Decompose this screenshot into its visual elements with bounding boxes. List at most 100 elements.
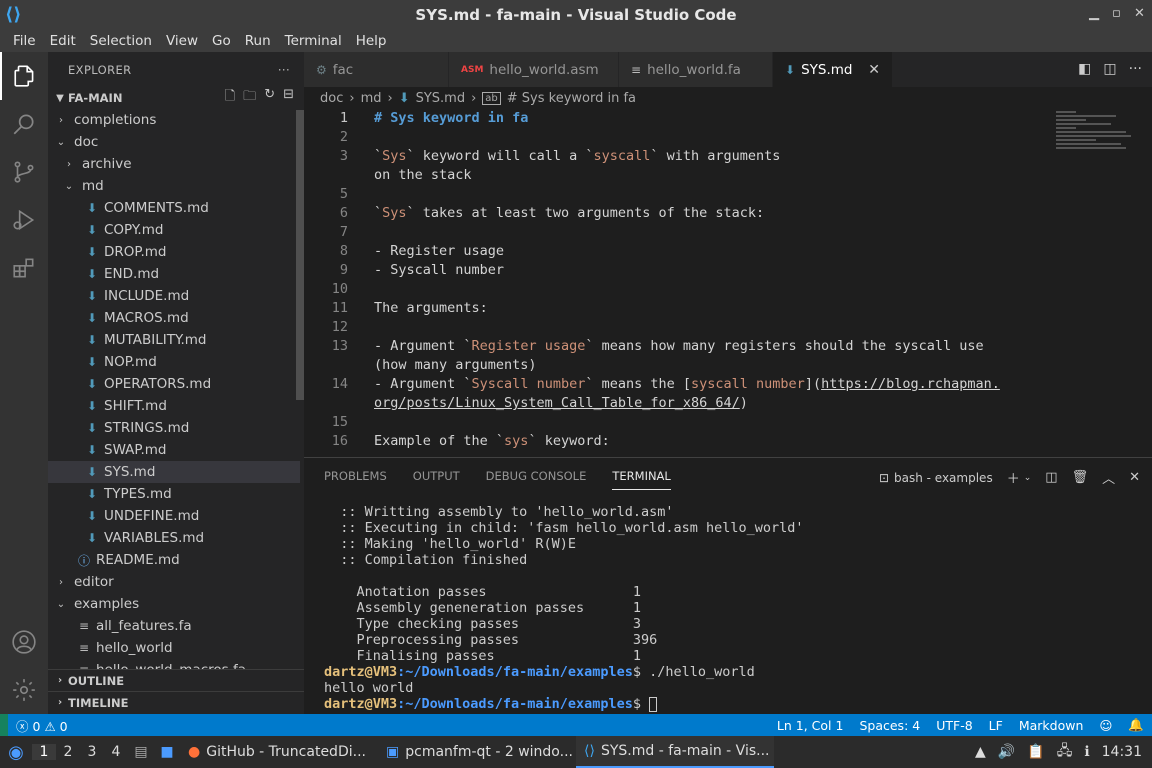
menu-terminal[interactable]: Terminal: [278, 33, 349, 49]
tree-item[interactable]: ⬇ MACROS.md: [48, 307, 300, 329]
menu-edit[interactable]: Edit: [43, 33, 83, 49]
close-panel-icon[interactable]: ✕: [1129, 470, 1140, 485]
new-file-icon[interactable]: 🗋: [225, 87, 235, 109]
open-preview-icon[interactable]: ◧: [1078, 61, 1091, 77]
workspace-2[interactable]: 2: [56, 744, 80, 760]
split-editor-icon[interactable]: ◫: [1103, 61, 1116, 77]
menu-run[interactable]: Run: [238, 33, 278, 49]
terminal-selector[interactable]: ⊡ bash - examples: [879, 471, 993, 485]
workspace-4[interactable]: 4: [104, 744, 128, 760]
tab-debug-console[interactable]: DEBUG CONSOLE: [486, 469, 587, 483]
tree-item[interactable]: ⬇ TYPES.md: [48, 483, 300, 505]
minimize-icon[interactable]: ▁: [1089, 6, 1099, 21]
tree-item[interactable]: ⬇ COMMENTS.md: [48, 197, 300, 219]
tab-fac[interactable]: ⚙ fac: [304, 52, 449, 87]
taskbar-app-vscode[interactable]: ⟨⟩ SYS.md - fa-main - Vis...: [576, 736, 774, 768]
tree-item[interactable]: ⬇ SYS.md: [48, 461, 300, 483]
tree-item[interactable]: ⬇ SHIFT.md: [48, 395, 300, 417]
refresh-icon[interactable]: ↻: [264, 87, 275, 109]
tab-output[interactable]: OUTPUT: [413, 469, 460, 483]
more-actions-icon[interactable]: ···: [278, 63, 290, 77]
explorer-icon[interactable]: [0, 52, 48, 100]
more-actions-icon[interactable]: ···: [1129, 61, 1142, 77]
maximize-panel-icon[interactable]: ︿: [1102, 468, 1115, 487]
tree-item[interactable]: ≡hello_world_macros.fa: [48, 659, 300, 669]
tree-item[interactable]: ⬇ VARIABLES.md: [48, 527, 300, 549]
source-control-icon[interactable]: [0, 148, 48, 196]
tab-hello-world-asm[interactable]: ASM hello_world.asm: [449, 52, 619, 87]
close-tab-icon[interactable]: ✕: [868, 62, 880, 78]
chevron-down-icon[interactable]: ⌄: [1024, 473, 1032, 483]
terminal-output[interactable]: :: Writting assembly to 'hello_world.asm…: [324, 504, 804, 712]
accounts-icon[interactable]: [0, 618, 48, 666]
tree-item[interactable]: › editor: [48, 571, 300, 593]
run-debug-icon[interactable]: [0, 196, 48, 244]
language-mode[interactable]: Markdown: [1011, 718, 1092, 733]
maximize-icon[interactable]: ▫: [1112, 6, 1121, 21]
code-editor[interactable]: 1 # Sys keyword in fa 2 3 `Sys` keyword will…: [304, 109, 1054, 457]
menu-selection[interactable]: Selection: [83, 33, 159, 49]
tree-item[interactable]: ≡ hello_world: [48, 637, 300, 659]
volume-icon[interactable]: 🔊: [998, 744, 1015, 760]
timeline-section[interactable]: › TIMELINE: [48, 691, 304, 713]
clock[interactable]: 14:31: [1102, 744, 1142, 760]
feedback-icon[interactable]: ☺: [1091, 718, 1120, 733]
manage-gear-icon[interactable]: [0, 666, 48, 714]
tree-item[interactable]: ⬇ UNDEFINE.md: [48, 505, 300, 527]
tree-item[interactable]: › completions: [48, 109, 300, 131]
breadcrumb-symbol[interactable]: # Sys keyword in fa: [507, 91, 636, 106]
info-icon[interactable]: ℹ: [1084, 744, 1089, 760]
tree-item[interactable]: ⌄ doc: [48, 131, 300, 153]
collapse-all-icon[interactable]: ⊟: [283, 87, 294, 109]
indentation[interactable]: Spaces: 4: [851, 718, 928, 733]
end-of-line[interactable]: LF: [981, 718, 1011, 733]
new-folder-icon[interactable]: 🗀: [243, 87, 256, 109]
taskbar-app-firefox[interactable]: ● GitHub - TruncatedDi...: [180, 736, 378, 768]
split-terminal-icon[interactable]: ◫: [1045, 470, 1057, 485]
outline-section[interactable]: › OUTLINE: [48, 669, 304, 691]
folder-root-header[interactable]: ▼ FA-MAIN 🗋 🗀 ↻ ⊟: [48, 87, 300, 109]
menu-help[interactable]: Help: [349, 33, 394, 49]
file-manager-launcher-icon[interactable]: ▤: [128, 744, 154, 760]
extensions-icon[interactable]: [0, 244, 48, 292]
start-menu-icon[interactable]: ◉: [0, 742, 32, 763]
encoding[interactable]: UTF-8: [928, 718, 980, 733]
remote-indicator[interactable]: [0, 714, 8, 736]
search-icon[interactable]: [0, 100, 48, 148]
tab-hello-world-fa[interactable]: ≡ hello_world.fa: [619, 52, 773, 87]
tree-item[interactable]: ⬇ COPY.md: [48, 219, 300, 241]
breadcrumb-doc[interactable]: doc: [320, 91, 343, 106]
breadcrumb-md[interactable]: md: [361, 91, 382, 106]
tree-item[interactable]: ⬇ SWAP.md: [48, 439, 300, 461]
workspace-3[interactable]: 3: [80, 744, 104, 760]
tree-item[interactable]: ⌄ examples: [48, 593, 300, 615]
tab-terminal[interactable]: TERMINAL: [612, 469, 671, 490]
tree-item[interactable]: ⬇ NOP.md: [48, 351, 300, 373]
tray-up-icon[interactable]: ▲: [975, 744, 986, 760]
clipboard-icon[interactable]: 📋: [1027, 744, 1044, 760]
menu-go[interactable]: Go: [205, 33, 238, 49]
tree-item[interactable]: ⬇ STRINGS.md: [48, 417, 300, 439]
workspace-1[interactable]: 1: [32, 744, 56, 760]
trash-icon[interactable]: 🗑: [1072, 470, 1089, 485]
tree-item[interactable]: ⌄ md: [48, 175, 300, 197]
tree-item[interactable]: ⓘ README.md: [48, 549, 300, 571]
show-desktop-icon[interactable]: ■: [154, 744, 180, 760]
cursor-position[interactable]: Ln 1, Col 1: [769, 718, 852, 733]
tree-item[interactable]: ≡ all_features.fa: [48, 615, 300, 637]
tree-item[interactable]: ⬇ INCLUDE.md: [48, 285, 300, 307]
sidebar-scrollbar[interactable]: [296, 110, 304, 400]
menu-view[interactable]: View: [159, 33, 205, 49]
tree-item[interactable]: ⬇ OPERATORS.md: [48, 373, 300, 395]
tree-item[interactable]: ⬇ MUTABILITY.md: [48, 329, 300, 351]
breadcrumb-file[interactable]: SYS.md: [416, 91, 466, 106]
notifications-bell-icon[interactable]: 🔔: [1120, 717, 1152, 733]
editor-scrollbar[interactable]: [1138, 109, 1152, 457]
tab-sys-md[interactable]: ⬇ SYS.md ✕: [773, 52, 893, 87]
tree-item[interactable]: ⬇ DROP.md: [48, 241, 300, 263]
problems-status[interactable]: ⓧ 0 ⚠ 0: [8, 716, 76, 735]
tree-item[interactable]: › archive: [48, 153, 300, 175]
tab-problems[interactable]: PROBLEMS: [324, 469, 387, 483]
new-terminal-icon[interactable]: ＋: [1007, 468, 1020, 487]
minimap[interactable]: [1056, 109, 1136, 179]
